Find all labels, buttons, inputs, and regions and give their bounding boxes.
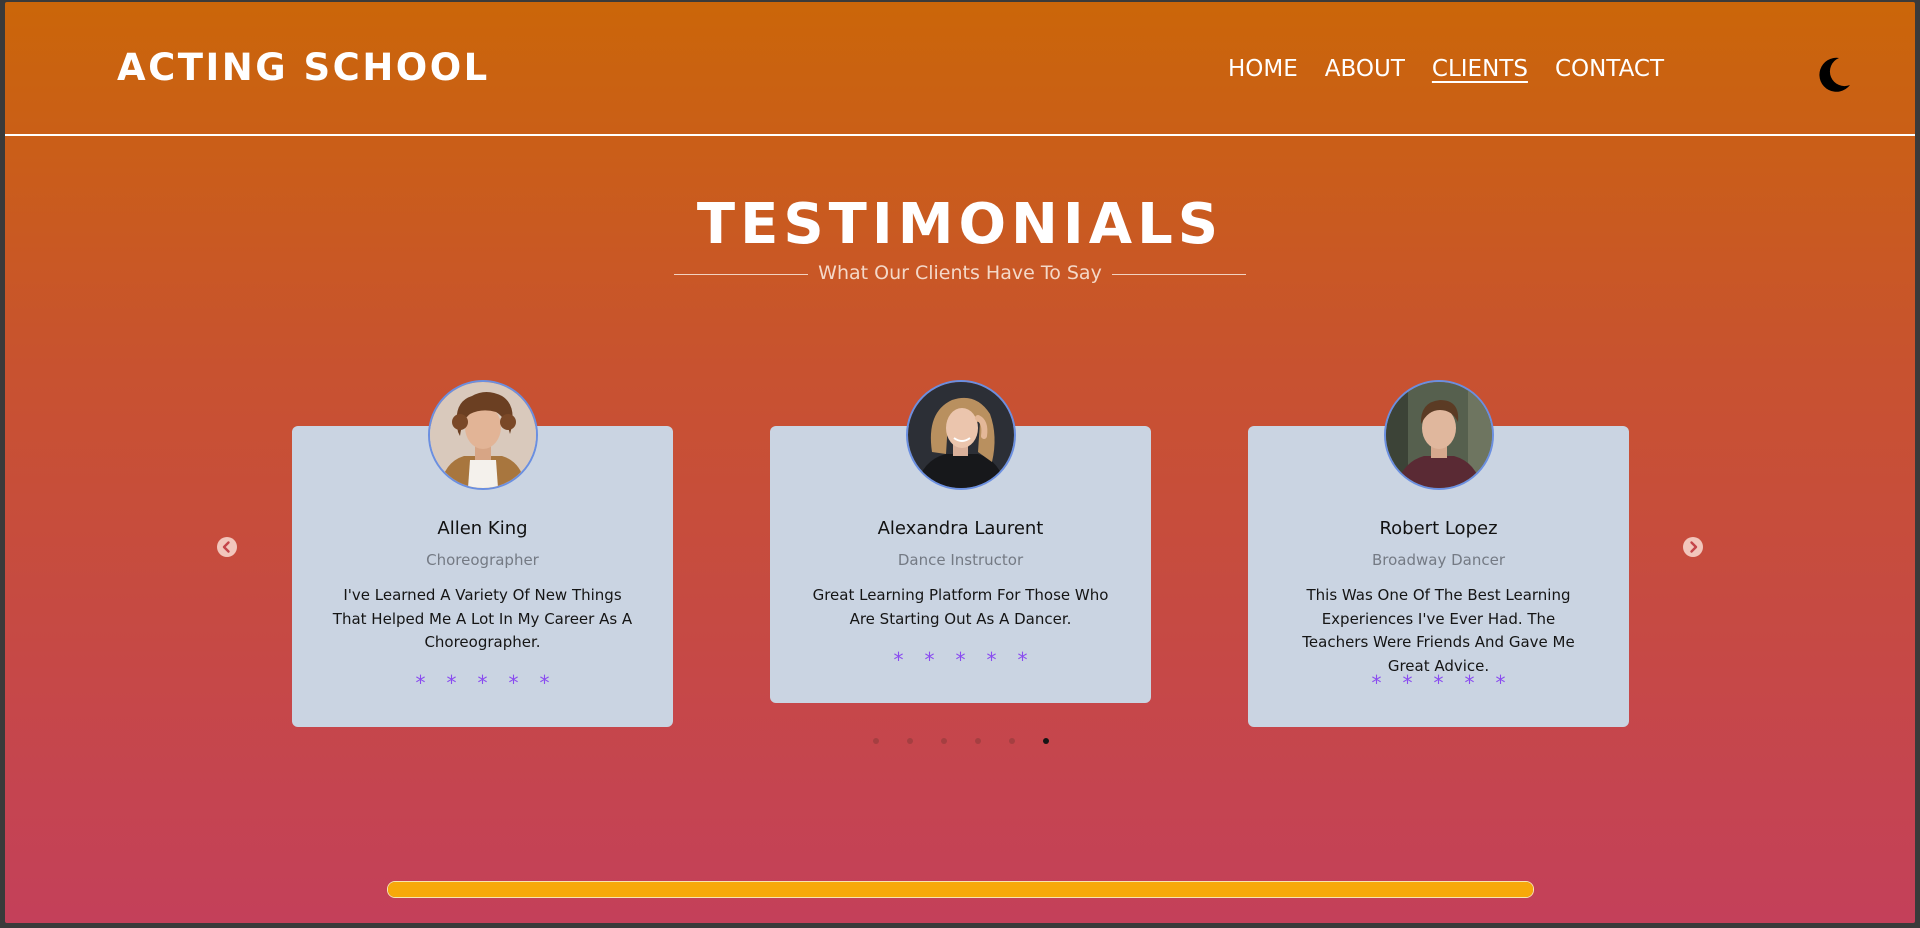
- chevron-right-icon: [1690, 541, 1698, 553]
- client-name: Allen King: [437, 518, 528, 539]
- star-icon: *: [1464, 671, 1475, 695]
- chevron-left-icon: [222, 541, 230, 553]
- pagination-dot[interactable]: [941, 738, 947, 744]
- carousel-prev-button[interactable]: [217, 537, 237, 557]
- subtitle-row: What Our Clients Have To Say: [674, 262, 1246, 292]
- avatar: [1384, 380, 1494, 490]
- scroll-progress-bar: [387, 881, 1534, 898]
- moon-icon[interactable]: [1817, 56, 1851, 92]
- pagination-dot[interactable]: [1009, 738, 1015, 744]
- client-name: Robert Lopez: [1379, 518, 1498, 539]
- star-icon: *: [986, 648, 997, 672]
- star-rating: * * * * *: [1248, 671, 1629, 695]
- pagination-dot[interactable]: [975, 738, 981, 744]
- pagination-dot[interactable]: [907, 738, 913, 744]
- client-quote: Great Learning Platform For Those Who Ar…: [812, 586, 1109, 628]
- nav-about[interactable]: ABOUT: [1325, 56, 1405, 82]
- star-icon: *: [415, 671, 426, 695]
- carousel-pagination: [873, 738, 1049, 744]
- star-icon: *: [893, 648, 904, 672]
- client-quote: I've Learned A Variety Of New Things Tha…: [332, 586, 633, 651]
- star-icon: *: [446, 671, 457, 695]
- star-icon: *: [924, 648, 935, 672]
- client-quote: This Was One Of The Best Learning Experi…: [1302, 586, 1575, 675]
- star-icon: *: [1433, 671, 1444, 695]
- page: ACTING SCHOOL HOME ABOUT CLIENTS CONTACT…: [5, 2, 1915, 923]
- navbar: ACTING SCHOOL HOME ABOUT CLIENTS CONTACT: [5, 2, 1915, 136]
- subtitle-divider-right: [1112, 274, 1246, 275]
- avatar: [906, 380, 1016, 490]
- star-icon: *: [508, 671, 519, 695]
- star-icon: *: [1495, 671, 1506, 695]
- client-name: Alexandra Laurent: [877, 518, 1044, 539]
- client-role: Choreographer: [426, 551, 539, 569]
- star-icon: *: [1371, 671, 1382, 695]
- nav-menu: HOME ABOUT CLIENTS CONTACT: [1228, 56, 1664, 82]
- scroll-progress-fill: [388, 882, 1533, 897]
- client-role: Dance Instructor: [897, 551, 1024, 569]
- star-icon: *: [539, 671, 550, 695]
- star-icon: *: [477, 671, 488, 695]
- carousel-next-button[interactable]: [1683, 537, 1703, 557]
- star-icon: *: [955, 648, 966, 672]
- avatar: [428, 380, 538, 490]
- star-icon: *: [1402, 671, 1413, 695]
- star-icon: *: [1017, 648, 1028, 672]
- star-rating: * * * * *: [292, 671, 673, 695]
- nav-contact[interactable]: CONTACT: [1555, 56, 1664, 82]
- pagination-dot-active[interactable]: [1043, 738, 1049, 744]
- client-role: Broadway Dancer: [1371, 551, 1505, 569]
- section-title: TESTIMONIALS: [696, 192, 1224, 257]
- nav-clients[interactable]: CLIENTS: [1432, 56, 1528, 82]
- section-subtitle: What Our Clients Have To Say: [818, 262, 1102, 284]
- brand-logo[interactable]: ACTING SCHOOL: [117, 46, 490, 89]
- pagination-dot[interactable]: [873, 738, 879, 744]
- nav-home[interactable]: HOME: [1228, 56, 1298, 82]
- star-rating: * * * * *: [770, 648, 1151, 672]
